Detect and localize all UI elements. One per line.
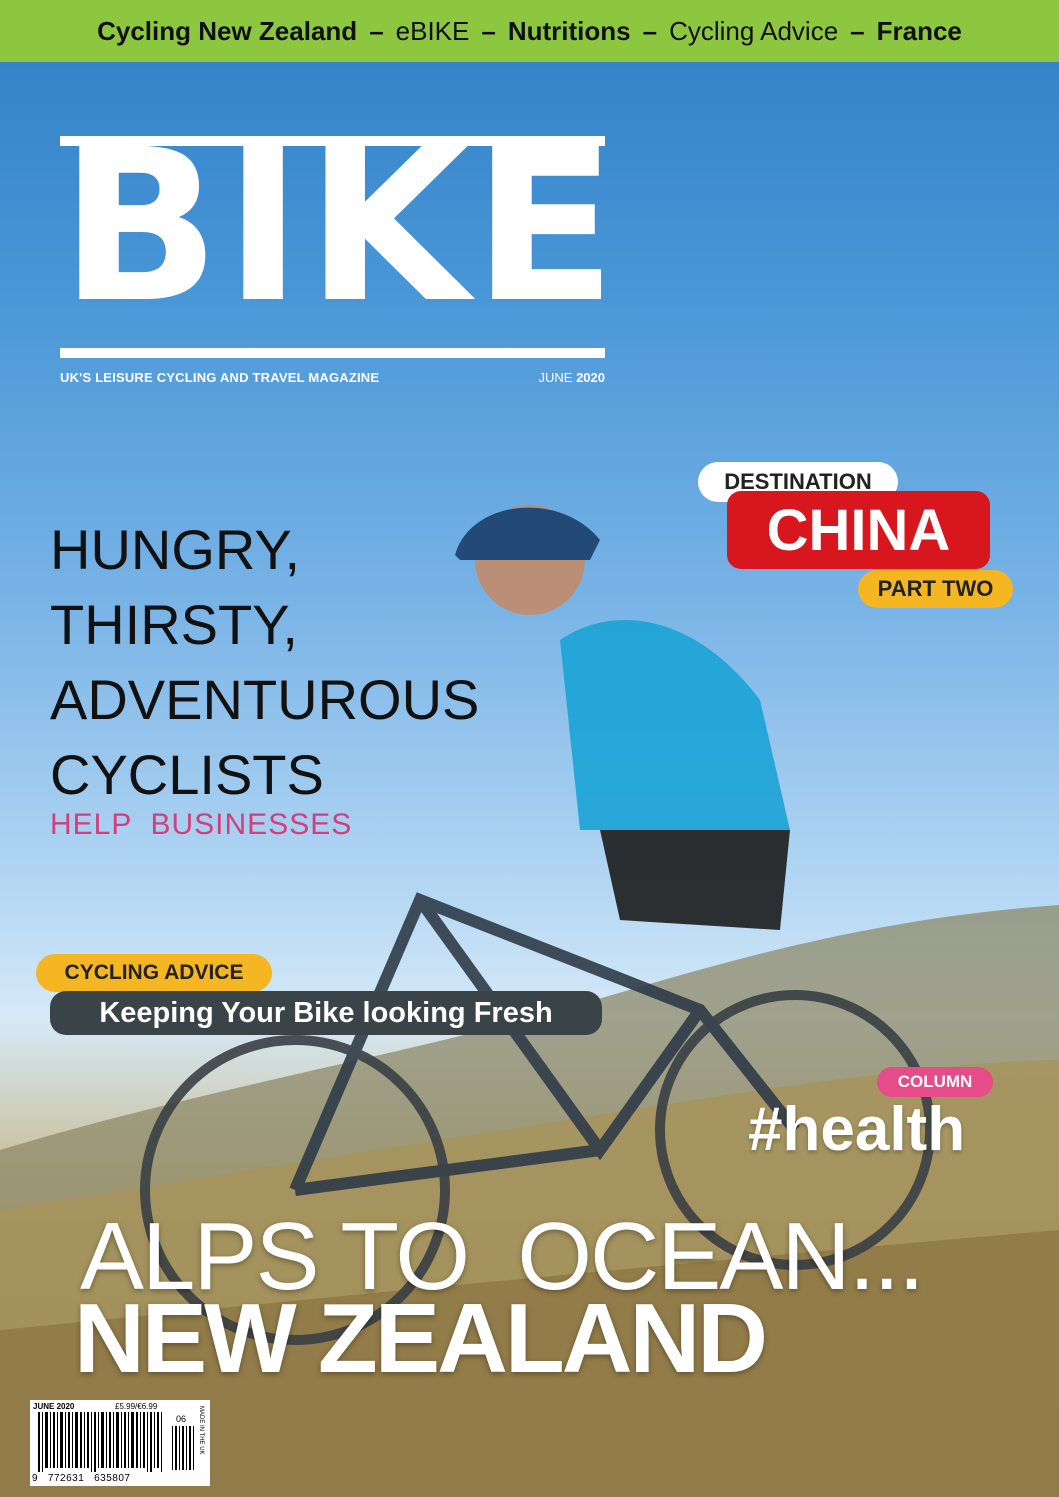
issue-month: JUNE [538,370,573,385]
feature-line-2: THIRSTY, [50,593,298,656]
cover-story-line-2: NEW ZEALAND [74,1283,768,1393]
advice-title: Keeping Your Bike looking Fresh [50,991,602,1035]
masthead-rule-bottom [60,348,605,358]
destination-title: CHINA [727,491,990,569]
column-title: #health [748,1095,966,1164]
advice-tag: CYCLING ADVICE [36,954,272,992]
barcode-edition: 06 [176,1414,187,1424]
barcode-box: JUNE 2020 £5.99/€6.99 06 MADE IN THE UK … [30,1400,210,1486]
feature-headline: HUNGRY, THIRSTY, ADVENTUROUS CYCLISTS [50,512,479,812]
feature-subtitle: HELP BUSINESSES [50,808,353,841]
issue-year: 2020 [576,370,605,385]
barcode-number: 9 772631 635807 [32,1473,131,1484]
magazine-logo: BIKE [60,104,621,349]
magazine-cover: Cycling New Zealand – eBIKE – Nutritions… [0,0,1059,1497]
feature-line-3: ADVENTUROUS [50,668,480,731]
feature-line-1: HUNGRY, [50,518,301,581]
column-tag: COLUMN [877,1067,993,1097]
issue-date: JUNE 2020 [505,370,606,385]
destination-part: PART TWO [858,570,1013,608]
magazine-tagline: UK'S LEISURE CYCLING AND TRAVEL MAGAZINE [60,370,380,385]
barcode-made-in: MADE IN THE UK [198,1406,204,1455]
feature-line-4: CYCLISTS [50,743,324,806]
